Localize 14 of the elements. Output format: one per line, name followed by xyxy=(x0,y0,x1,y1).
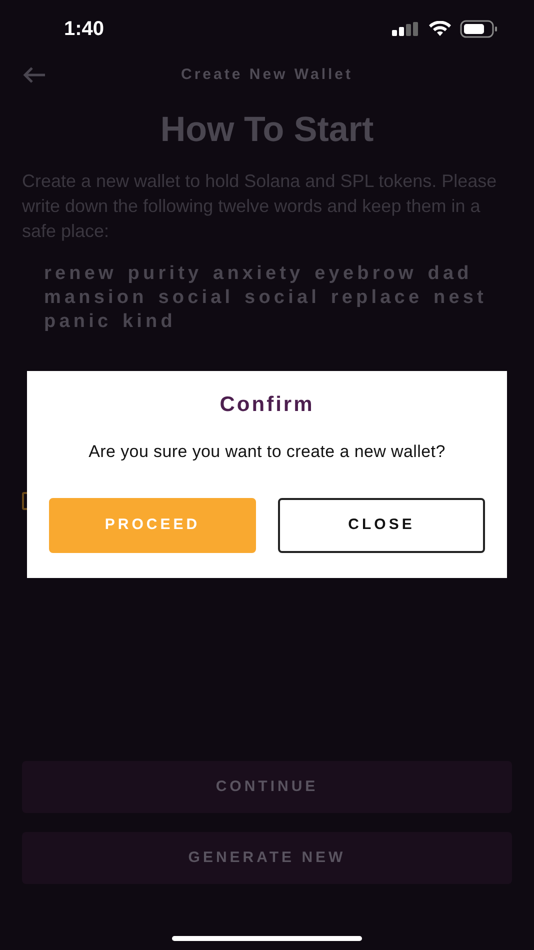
close-button[interactable]: CLOSE xyxy=(278,498,485,553)
dialog-message: Are you sure you want to create a new wallet? xyxy=(88,440,446,462)
back-arrow-icon[interactable] xyxy=(22,66,46,84)
signal-icon xyxy=(392,22,420,36)
header-title: Create New Wallet xyxy=(181,64,353,85)
wifi-icon xyxy=(428,21,452,37)
generate-new-button[interactable]: GENERATE NEW xyxy=(22,832,512,884)
seed-phrase: renew purity anxiety eyebrow dad mansion social social replace nest panic kind xyxy=(43,262,488,334)
status-time: 1:40 xyxy=(64,17,104,42)
proceed-button[interactable]: PROCEED xyxy=(49,498,256,553)
battery-icon xyxy=(460,20,498,38)
dialog-title: Confirm xyxy=(220,392,314,418)
continue-button[interactable]: CONTINUE xyxy=(22,761,512,813)
page-heading: How To Start xyxy=(159,109,375,151)
